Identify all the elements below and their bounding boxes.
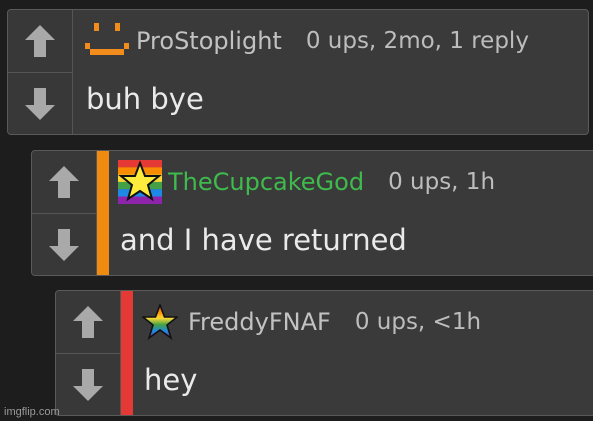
comment-meta: 0 ups, 1h [388, 169, 496, 195]
arrow-down-icon [25, 88, 55, 120]
rainbow-star-icon[interactable] [142, 304, 178, 340]
comment: TheCupcakeGod 0 ups, 1h and I have retur… [31, 150, 593, 276]
upvote-button[interactable] [56, 291, 120, 354]
comment-meta: 0 ups, <1h [354, 309, 482, 335]
thread-bar [121, 291, 133, 415]
username-link[interactable]: ProStoplight [136, 27, 282, 55]
arrow-up-icon [73, 306, 103, 338]
username-link[interactable]: TheCupcakeGod [168, 168, 364, 196]
upvote-button[interactable] [8, 10, 72, 73]
arrow-up-icon [49, 166, 79, 198]
downvote-button[interactable] [32, 214, 96, 275]
arrow-up-icon [25, 25, 55, 57]
vote-column [8, 10, 73, 134]
downvote-button[interactable] [56, 354, 120, 415]
vote-column [56, 291, 121, 415]
arrow-down-icon [73, 369, 103, 401]
downvote-button[interactable] [8, 73, 72, 134]
comment-text: buh bye [86, 82, 204, 116]
username-link[interactable]: FreddyFNAF [188, 308, 331, 336]
comment-meta: 0 ups, 2mo, 1 reply [305, 28, 529, 54]
orange-smiley-icon[interactable] [84, 18, 130, 64]
comment: FreddyFNAF 0 ups, <1h hey [55, 290, 593, 416]
comment: ProStoplight 0 ups, 2mo, 1 reply buh bye [7, 9, 589, 135]
watermark: imgflip.com [4, 406, 60, 418]
comment-text: hey [144, 363, 198, 397]
arrow-down-icon [49, 229, 79, 261]
comment-header: ProStoplight 0 ups, 2mo, 1 reply [84, 10, 588, 72]
comment-header: FreddyFNAF 0 ups, <1h [142, 291, 593, 353]
comment-header: TheCupcakeGod 0 ups, 1h [118, 151, 593, 213]
rainbow-flag-star-icon[interactable] [118, 160, 162, 204]
thread-bar [97, 151, 109, 275]
comment-text: and I have returned [120, 223, 407, 257]
vote-column [32, 151, 97, 275]
upvote-button[interactable] [32, 151, 96, 214]
